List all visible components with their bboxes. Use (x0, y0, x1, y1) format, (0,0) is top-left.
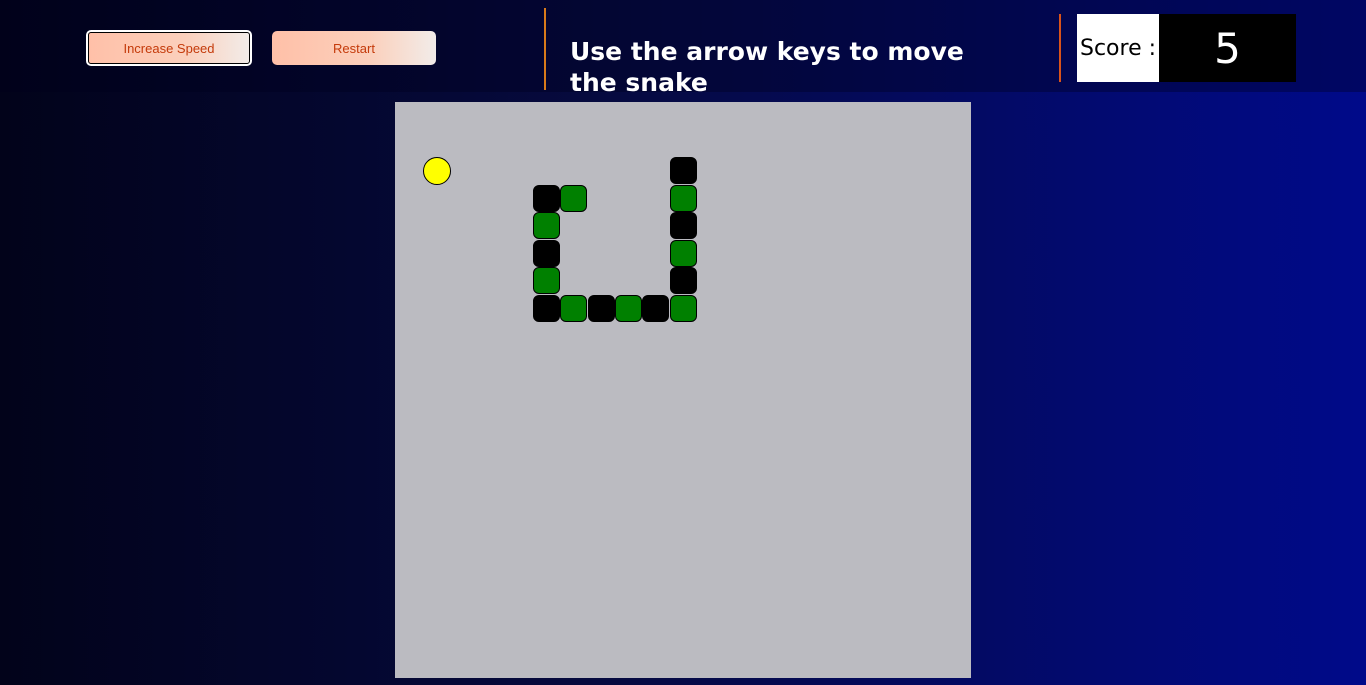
snake-segment (532, 294, 560, 322)
snake-segment (532, 267, 560, 295)
snake-segment (669, 294, 697, 322)
game-board[interactable] (395, 102, 971, 678)
snake-segment (560, 184, 588, 212)
snake-segment (669, 267, 697, 295)
snake-segment (669, 184, 697, 212)
snake-segment (669, 212, 697, 240)
snake-segment (614, 294, 642, 322)
score-label: Score : (1077, 14, 1159, 82)
snake-segment (560, 294, 588, 322)
snake-segment (587, 294, 615, 322)
snake-segment (532, 184, 560, 212)
snake-segment (669, 239, 697, 267)
header-divider-right (1059, 14, 1061, 82)
score-value: 5 (1159, 14, 1296, 82)
instructions-text: Use the arrow keys to move the snake (570, 37, 964, 97)
snake-segment (532, 212, 560, 240)
snake-head (669, 157, 697, 185)
food-apple (422, 157, 451, 186)
restart-button[interactable]: Restart (272, 31, 436, 65)
increase-speed-button[interactable]: Increase Speed (86, 30, 252, 66)
snake-segment (532, 239, 560, 267)
snake-segment (642, 294, 670, 322)
header-divider-left (544, 8, 546, 90)
